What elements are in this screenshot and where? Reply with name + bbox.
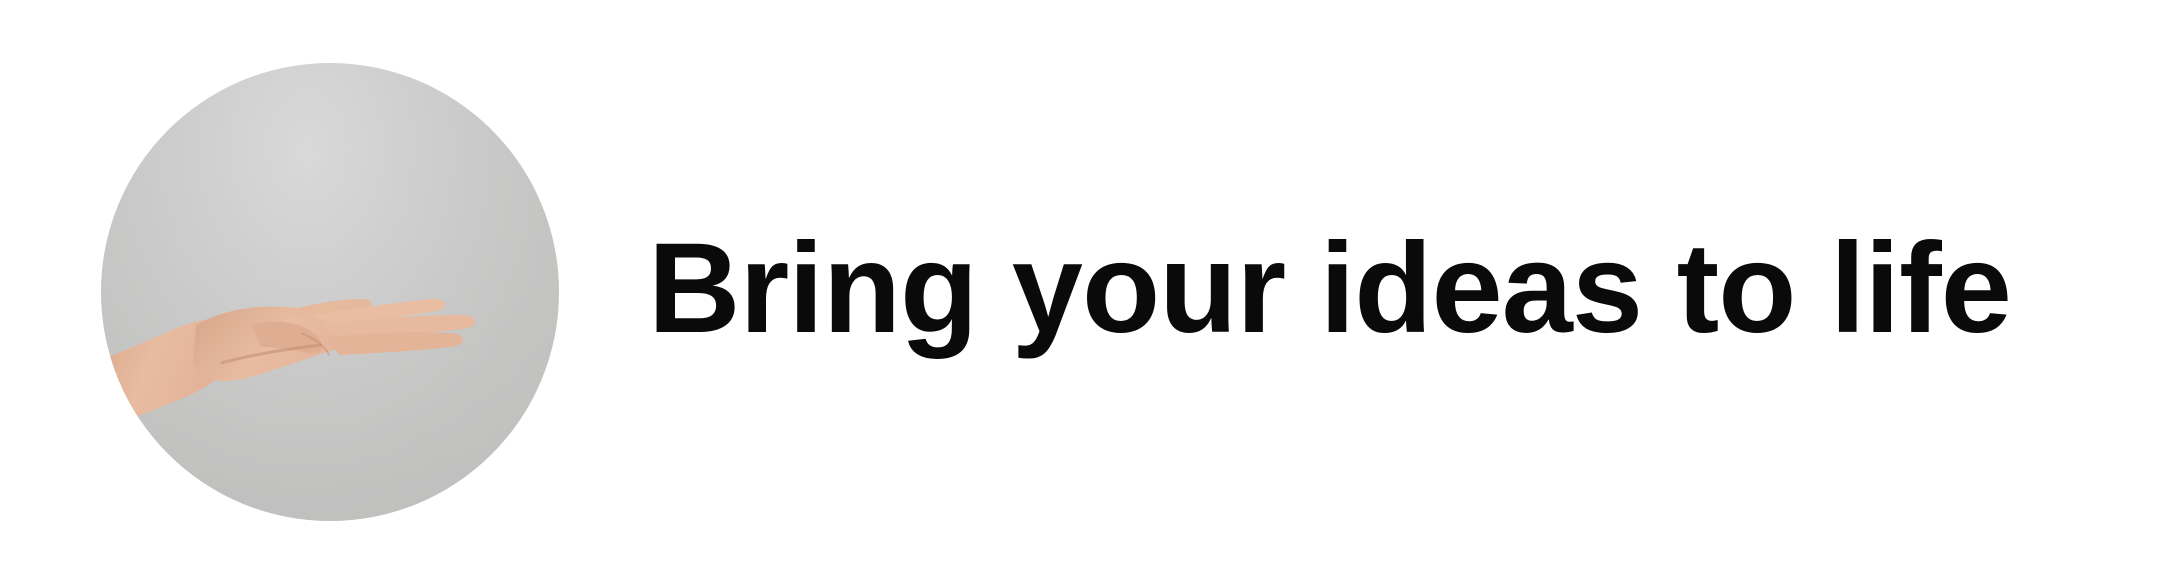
open-palm-hand-icon: [101, 63, 559, 521]
hero-banner: Bring your ideas to life: [0, 0, 2172, 584]
hero-headline: Bring your ideas to life: [648, 217, 2012, 360]
hero-image: [101, 63, 559, 521]
